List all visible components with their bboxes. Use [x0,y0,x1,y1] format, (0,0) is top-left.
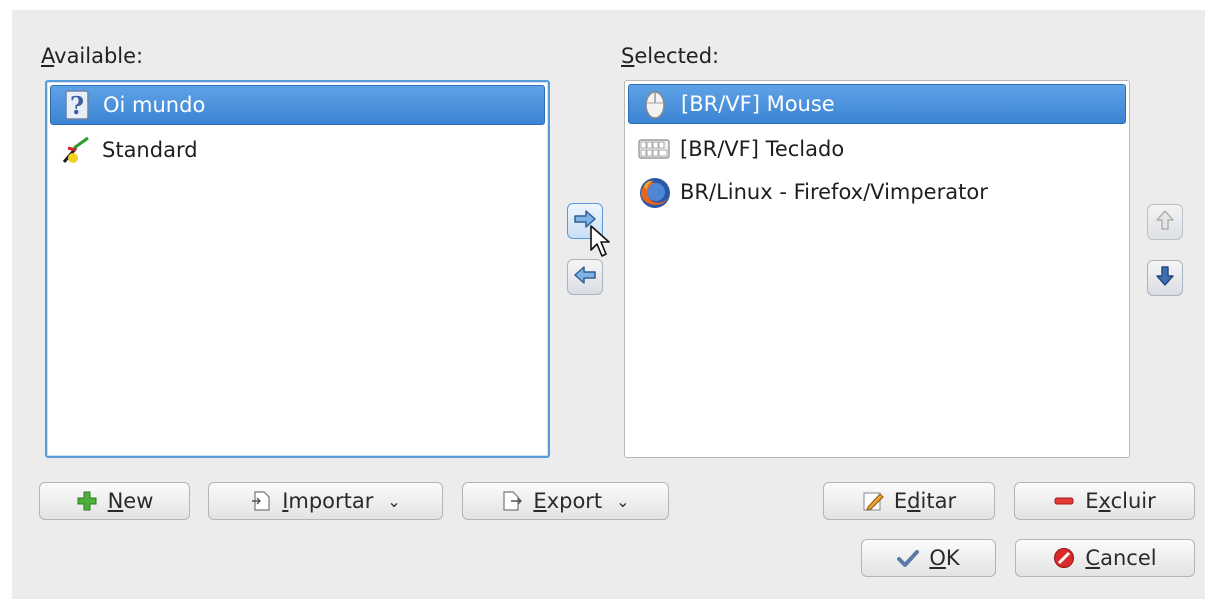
chevron-down-icon: ⌄ [387,491,401,511]
move-left-button[interactable] [567,259,603,295]
move-up-button[interactable] [1147,204,1183,240]
available-item-oi-mundo[interactable]: ? Oi mundo [50,85,545,125]
export-icon [501,490,523,512]
plus-icon [76,490,98,512]
editar-button[interactable]: Editar [823,482,995,520]
arrow-up-icon [1155,209,1175,235]
question-icon: ? [61,89,93,121]
importar-button[interactable]: Importar ⌄ [208,482,443,520]
selected-item-teclado[interactable]: [BR/VF] Teclado [628,129,1126,169]
svg-text:?: ? [70,91,84,120]
checkmark-icon [897,547,920,569]
minus-icon [1053,490,1075,512]
chevron-down-icon: ⌄ [616,491,630,511]
export-button[interactable]: Export ⌄ [462,482,669,520]
available-label: Available: [41,44,144,68]
arrow-left-icon [573,265,597,289]
mouse-cursor-icon [589,224,613,264]
cancel-button[interactable]: Cancel [1015,539,1195,577]
arrow-down-icon [1155,265,1175,291]
available-list[interactable]: ? Oi mundo Standard [45,80,550,458]
keyboard-icon [638,133,670,165]
pencil-icon [862,490,884,512]
selected-item-mouse[interactable]: [BR/VF] Mouse [628,84,1126,124]
mouse-icon [639,88,671,120]
new-button[interactable]: New [39,482,190,520]
import-icon [250,490,272,512]
selected-item-firefox[interactable]: BR/Linux - Firefox/Vimperator [628,172,1126,212]
available-item-standard[interactable]: Standard [50,130,545,170]
standard-scheme-icon [60,134,92,166]
dialog: Available: ? Oi mundo Standard Selected:… [12,10,1205,599]
selected-label: Selected: [621,44,720,68]
firefox-icon [638,176,670,208]
selected-list[interactable]: [BR/VF] Mouse [BR/VF] Teclado BR/Linux -… [624,80,1130,458]
ok-button[interactable]: OK [861,539,996,577]
move-down-button[interactable] [1147,260,1183,296]
excluir-button[interactable]: Excluir [1014,482,1195,520]
cancel-icon [1053,547,1075,569]
